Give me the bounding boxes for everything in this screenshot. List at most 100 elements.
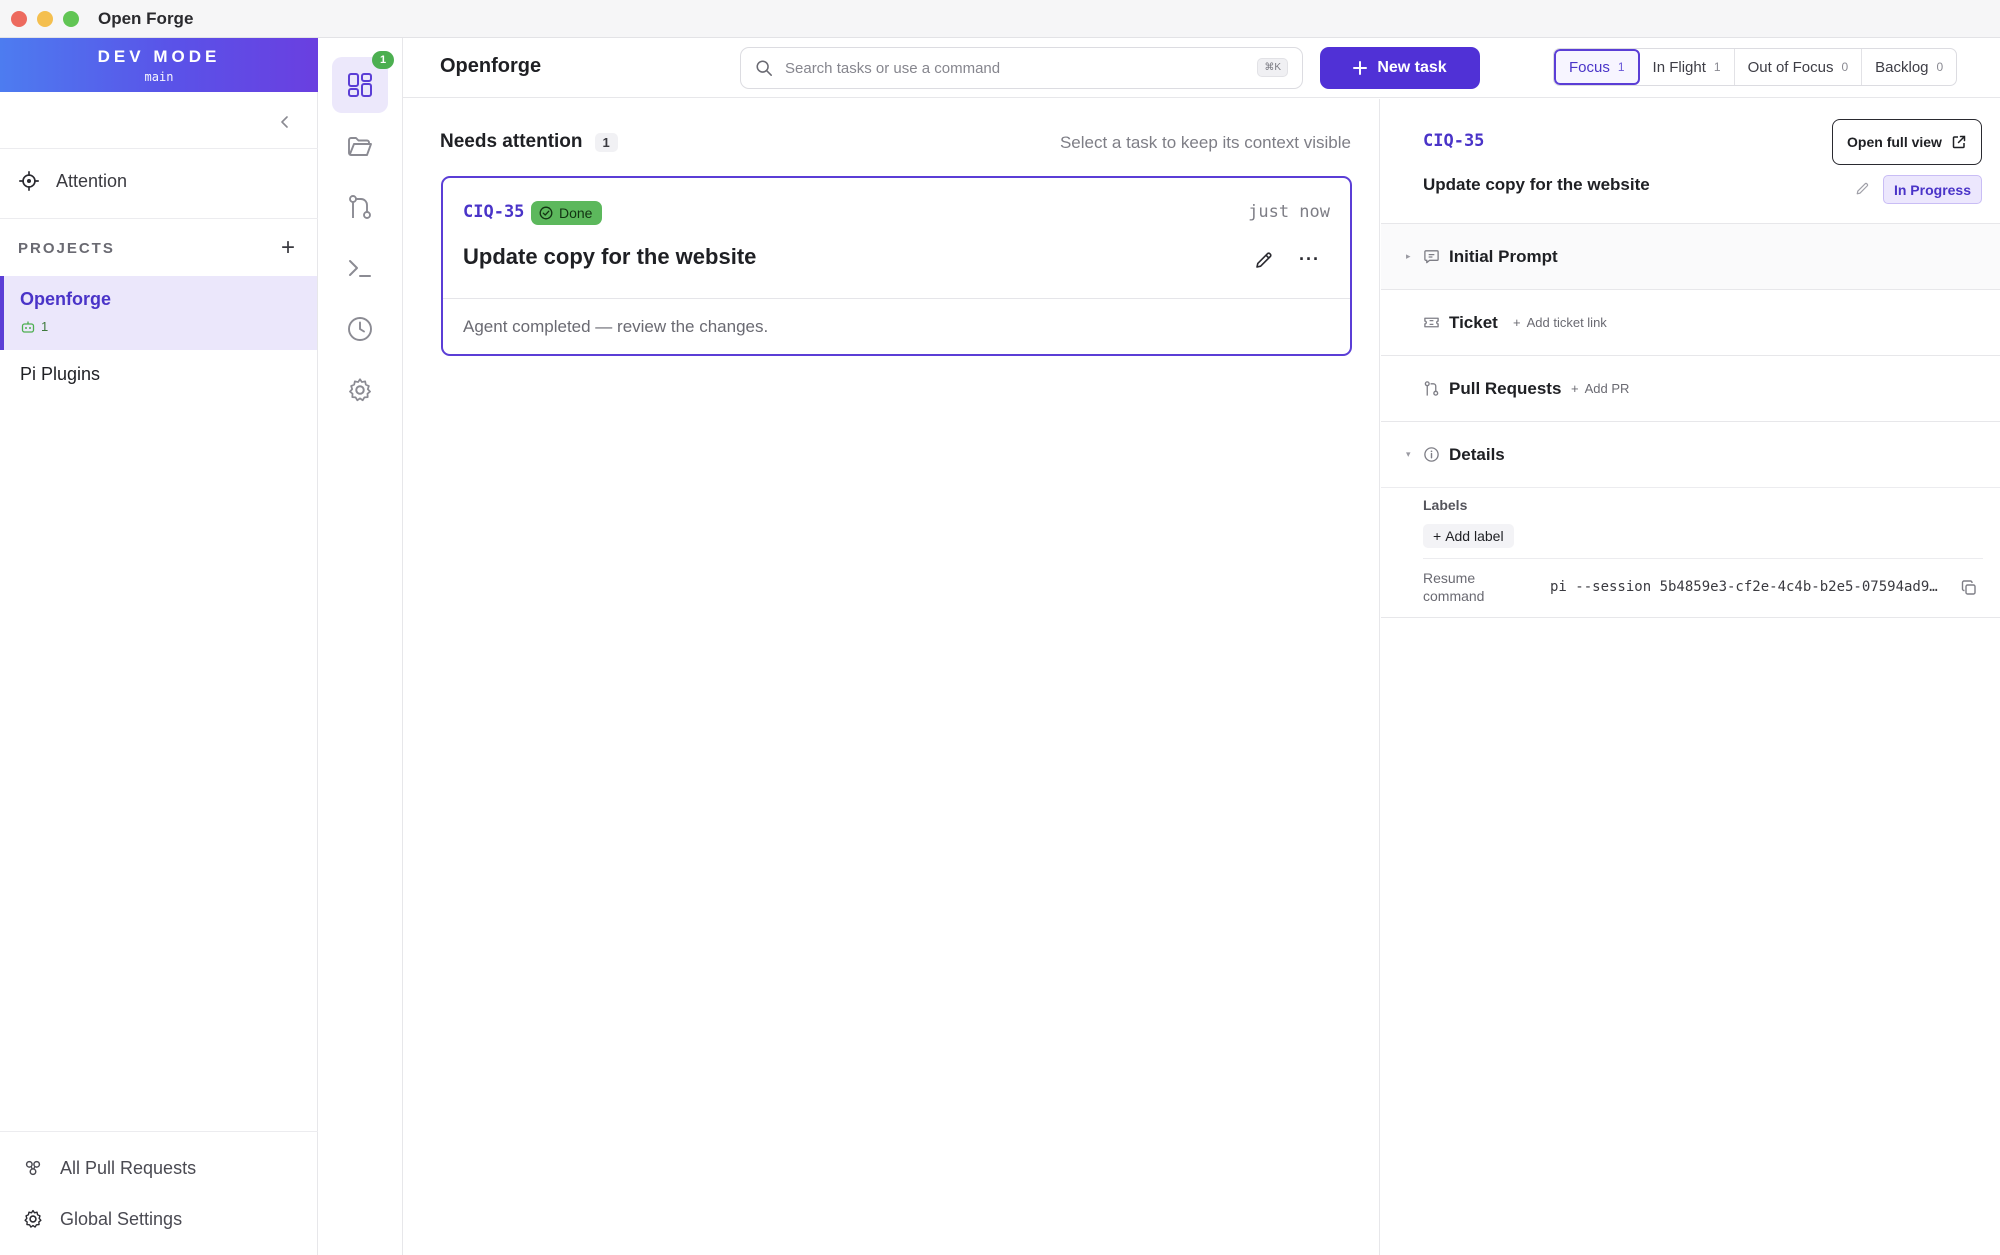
- details-divider: [1381, 487, 2000, 488]
- pull-requests-icon: [25, 1160, 41, 1176]
- top-header: Openforge ⌘K New task Focus 1 In Flight …: [403, 38, 2000, 98]
- task-detail-pane: CIQ-35 Open full view Update copy for th…: [1381, 99, 2000, 1255]
- projects-header: PROJECTS +: [18, 236, 300, 260]
- close-window-button[interactable]: [11, 11, 27, 27]
- tab-focus[interactable]: Focus 1: [1554, 49, 1640, 85]
- sidebar-item-attention[interactable]: Attention: [18, 170, 127, 192]
- search-input[interactable]: [785, 59, 1255, 77]
- git-branch-icon: [349, 195, 371, 219]
- detail-bottom-divider: [1381, 617, 2000, 618]
- sidebar-divider: [0, 148, 318, 149]
- rail-settings-button[interactable]: [332, 362, 388, 418]
- detail-task-id: CIQ-35: [1423, 131, 1485, 151]
- collapse-sidebar-button[interactable]: [273, 110, 297, 134]
- new-task-button[interactable]: New task: [1320, 47, 1480, 89]
- tab-label: Out of Focus: [1747, 58, 1834, 76]
- resume-divider: [1423, 558, 1983, 559]
- tab-backlog[interactable]: Backlog 0: [1862, 49, 1956, 85]
- external-link-icon: [1952, 135, 1966, 149]
- plus-icon: +: [1433, 528, 1442, 544]
- search-shortcut-hint: ⌘K: [1257, 58, 1288, 77]
- sidebar-item-label: All Pull Requests: [60, 1157, 197, 1178]
- clock-icon: [348, 317, 372, 341]
- plus-icon: +: [1513, 315, 1521, 330]
- task-card[interactable]: CIQ-35 Done just now Update copy for the…: [441, 176, 1352, 356]
- selection-hint: Select a task to keep its context visibl…: [1059, 133, 1351, 152]
- more-options-button[interactable]: ···: [1299, 249, 1320, 270]
- sidebar-item-project-pi-plugins[interactable]: Pi Plugins: [20, 364, 100, 385]
- task-id: CIQ-35: [463, 202, 525, 222]
- tab-in-flight[interactable]: In Flight 1: [1640, 49, 1735, 85]
- project-name: Openforge: [20, 289, 112, 309]
- rail-history-button[interactable]: [332, 301, 388, 357]
- tab-count: 1: [1713, 60, 1721, 74]
- window-titlebar: Open Forge: [0, 0, 2000, 38]
- rail-git-button[interactable]: [332, 179, 388, 235]
- view-tabs: Focus 1 In Flight 1 Out of Focus 0 Backl…: [1553, 48, 1958, 86]
- section-label: Pull Requests: [1449, 378, 1562, 398]
- dev-mode-title: DEV MODE: [97, 47, 221, 66]
- search-box[interactable]: ⌘K: [740, 47, 1303, 89]
- task-message: Agent completed — review the changes.: [463, 317, 769, 336]
- add-ticket-link-label: Add ticket link: [1526, 315, 1607, 330]
- message-icon: [1423, 248, 1440, 265]
- status-label: Done: [559, 205, 593, 221]
- section-details[interactable]: ▾ Details: [1381, 421, 2000, 487]
- open-full-view-button[interactable]: Open full view: [1832, 119, 1982, 165]
- dev-mode-branch: main: [144, 70, 174, 84]
- sidebar-item-label: Global Settings: [60, 1208, 183, 1229]
- section-label: Details: [1449, 444, 1505, 464]
- plus-icon: +: [1571, 381, 1579, 396]
- add-project-button[interactable]: +: [276, 236, 300, 260]
- task-title: Update copy for the website: [463, 244, 757, 269]
- rail-notification-badge: 1: [372, 51, 394, 69]
- ticket-icon: [1423, 314, 1440, 331]
- rail-folder-button[interactable]: [332, 118, 388, 174]
- task-timestamp: just now: [1248, 202, 1330, 222]
- rail-terminal-button[interactable]: [332, 240, 388, 296]
- copy-command-button[interactable]: [1960, 579, 1978, 597]
- terminal-icon: [349, 260, 371, 277]
- sidebar: DEV MODE main Attention PROJECTS + Openf…: [0, 38, 318, 1255]
- ellipsis-icon: ···: [1299, 249, 1320, 269]
- page-title: Openforge: [440, 55, 542, 77]
- card-divider: [443, 298, 1350, 299]
- robot-icon: [21, 321, 35, 333]
- section-label: Initial Prompt: [1449, 246, 1558, 266]
- add-pr-button[interactable]: + Add PR: [1571, 381, 1629, 396]
- detail-task-title: Update copy for the website: [1423, 175, 1650, 194]
- section-count-badge: 1: [594, 132, 618, 152]
- zoom-window-button[interactable]: [63, 11, 79, 27]
- projects-label: PROJECTS: [18, 239, 115, 257]
- tab-count: 1: [1617, 60, 1625, 74]
- section-initial-prompt[interactable]: ▸ Initial Prompt: [1381, 223, 2000, 289]
- sidebar-item-project-openforge[interactable]: Openforge 1: [0, 276, 317, 350]
- tab-label: Focus: [1569, 58, 1610, 76]
- edit-task-button[interactable]: [1254, 250, 1274, 270]
- section-ticket: Ticket + Add ticket link: [1381, 289, 2000, 355]
- section-label: Ticket: [1449, 312, 1498, 332]
- rail-dashboard-button[interactable]: 1: [332, 51, 394, 113]
- sidebar-item-label: Attention: [56, 170, 128, 191]
- icon-rail: 1: [318, 38, 403, 1255]
- status-badge[interactable]: In Progress: [1882, 175, 1982, 204]
- edit-title-button[interactable]: [1855, 181, 1870, 196]
- new-task-label: New task: [1377, 59, 1447, 76]
- check-circle-icon: [539, 206, 553, 220]
- minimize-window-button[interactable]: [37, 11, 53, 27]
- add-ticket-link-button[interactable]: + Add ticket link: [1513, 315, 1607, 330]
- resume-command-value[interactable]: pi --session 5b4859e3-cf2e-4c4b-b2e5-075…: [1550, 579, 1946, 595]
- gear-icon: [349, 378, 371, 402]
- open-full-view-label: Open full view: [1847, 134, 1942, 150]
- tab-count: 0: [1841, 60, 1849, 74]
- sidebar-item-all-pull-requests[interactable]: All Pull Requests: [22, 1157, 196, 1179]
- sidebar-item-global-settings[interactable]: Global Settings: [22, 1208, 182, 1230]
- tab-out-of-focus[interactable]: Out of Focus 0: [1735, 49, 1863, 85]
- project-name: Pi Plugins: [20, 364, 101, 384]
- add-label-button[interactable]: + Add label: [1423, 524, 1514, 548]
- section-heading: Needs attention 1: [440, 131, 618, 153]
- tab-label: Backlog: [1875, 58, 1929, 76]
- dashboard-icon: [348, 73, 372, 97]
- search-icon: [756, 60, 772, 76]
- plus-icon: [1353, 61, 1368, 75]
